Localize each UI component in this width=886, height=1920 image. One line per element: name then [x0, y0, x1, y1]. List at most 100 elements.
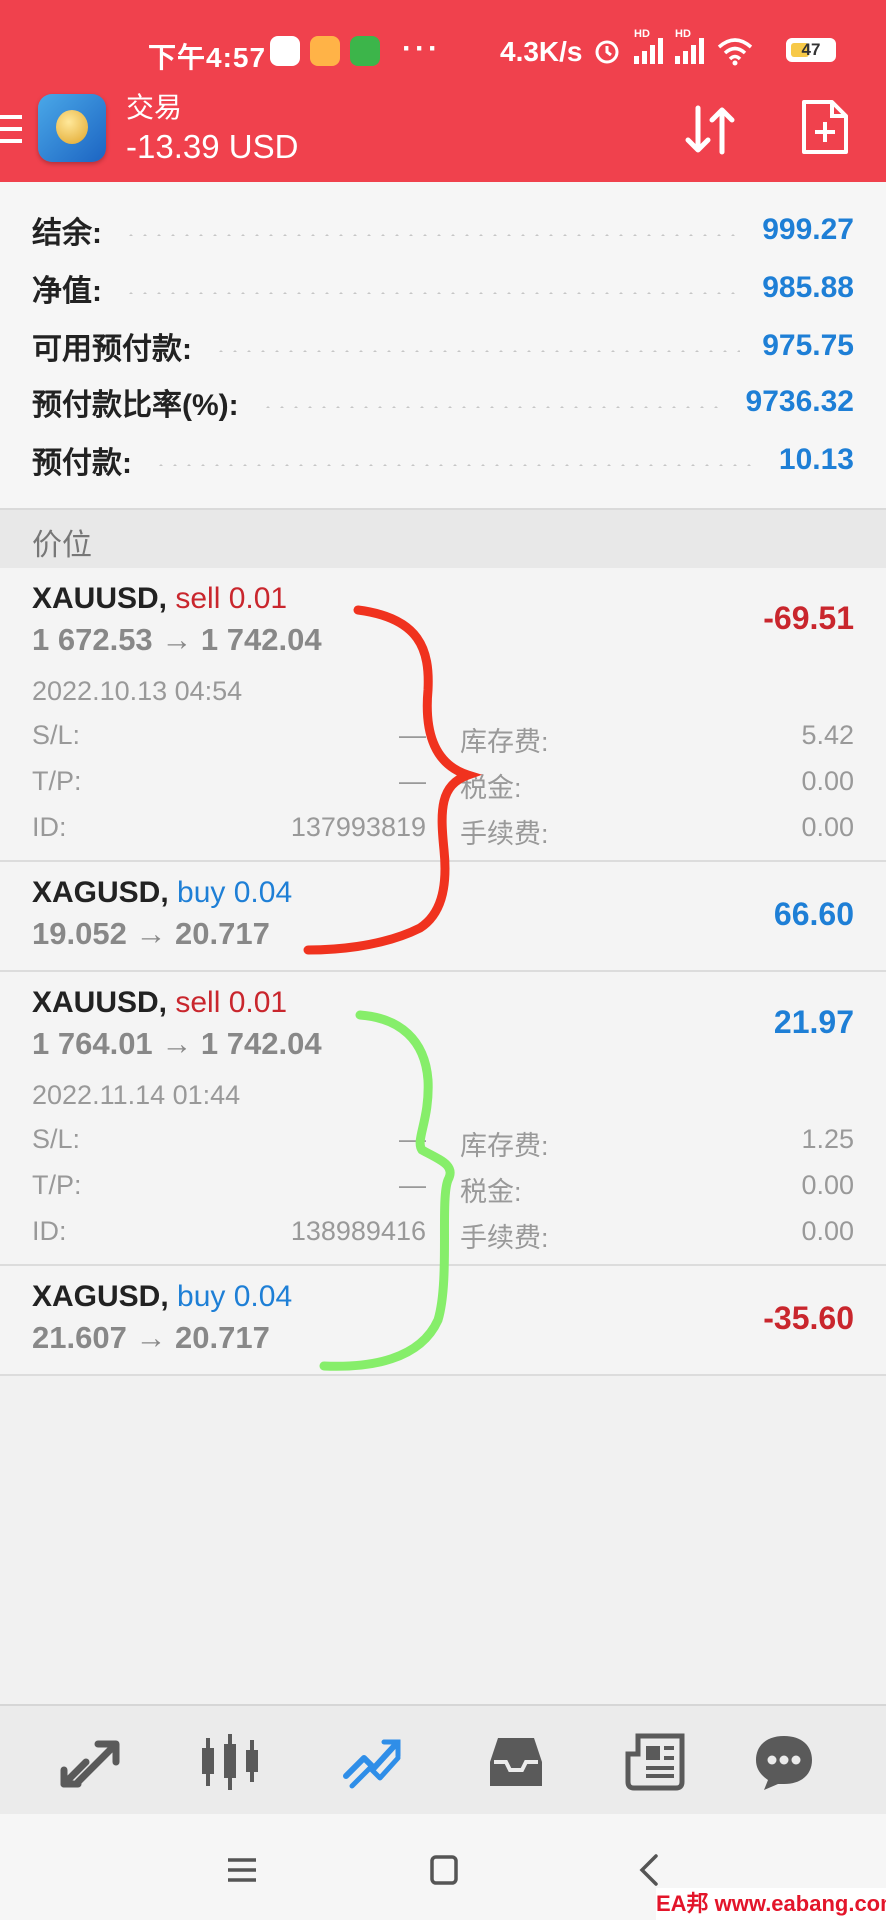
symbol-name: XAGUSD,	[32, 1280, 169, 1313]
position-profit: 66.60	[773, 896, 854, 932]
position-symbol: XAUUSD, sell 0.01	[32, 582, 287, 616]
id-label: ID:	[32, 812, 67, 842]
position-row[interactable]: XAGUSD, buy 0.04 21.607 → 20.717 -35.60	[0, 1266, 886, 1376]
home-icon[interactable]	[424, 1852, 464, 1888]
margin-level-label: 预付款比率(%):	[32, 389, 239, 422]
positions-section-header: 价位	[0, 508, 886, 570]
symbol-name: XAGUSD,	[32, 876, 169, 909]
balance-label: 结余:	[32, 217, 102, 250]
chat-icon[interactable]	[752, 1732, 816, 1792]
trade-icon[interactable]	[340, 1732, 404, 1792]
dotted-leader	[154, 464, 757, 466]
tax-value: 0.00	[801, 766, 854, 796]
trade-side: sell 0.01	[175, 582, 288, 615]
price-range: 21.607 → 20.717	[32, 1320, 270, 1355]
margin-row: 预付款: 10.13	[32, 434, 854, 486]
equity-label: 净值:	[32, 275, 102, 308]
fee-label: 手续费:	[460, 819, 549, 849]
news-icon[interactable]	[624, 1732, 688, 1792]
tp-value: —	[399, 1170, 426, 1200]
watermark: EA邦 www.eabang.com	[656, 1888, 886, 1920]
equity-value: 985.88	[762, 271, 854, 304]
position-profit: 21.97	[773, 1004, 854, 1040]
tax-label: 税金:	[460, 773, 522, 803]
sl-label: S/L:	[32, 1124, 81, 1154]
sl-value: —	[399, 1124, 426, 1154]
position-row[interactable]: XAGUSD, buy 0.04 19.052 → 20.717 66.60	[0, 862, 886, 972]
position-row[interactable]: XAUUSD, sell 0.01 1 764.01 → 1 742.04 21…	[0, 972, 886, 1266]
new-order-icon[interactable]	[800, 98, 850, 156]
open-time: 2022.10.13 04:54	[32, 676, 243, 706]
system-navigation-bar: EA邦 www.eabang.com	[0, 1814, 886, 1920]
header-profit: -13.39 USD	[126, 128, 299, 165]
swap-value: 5.42	[801, 720, 854, 750]
battery-icon: 47	[786, 38, 836, 62]
position-profit: -35.60	[763, 1300, 854, 1336]
price-range: 19.052 → 20.717	[32, 916, 270, 951]
back-icon[interactable]	[630, 1852, 670, 1888]
dotted-leader	[214, 350, 741, 352]
free-margin-label: 可用预付款:	[32, 333, 192, 366]
symbol-name: XAUUSD,	[32, 986, 168, 1019]
quotes-icon[interactable]	[58, 1732, 122, 1792]
free-margin-row: 可用预付款: 975.75	[32, 320, 854, 372]
system-icons: HD HD	[592, 28, 754, 66]
status-time: 下午4:57	[148, 42, 267, 73]
alarm-icon	[595, 40, 619, 64]
status-bar: 下午4:57 ··· 4.3K/s HD HD 47	[0, 28, 886, 74]
fee-label: 手续费:	[460, 1223, 549, 1253]
sort-icon[interactable]	[680, 100, 740, 160]
symbol-name: XAUUSD,	[32, 582, 168, 615]
open-time: 2022.11.14 01:44	[32, 1080, 241, 1110]
metatrader-logo	[38, 94, 106, 162]
history-icon[interactable]	[484, 1732, 548, 1792]
bottom-toolbar	[0, 1704, 886, 1816]
id-value: 138989416	[290, 1216, 426, 1246]
account-summary: 结余: 999.27 净值: 985.88 可用预付款: 975.75 预付款比…	[0, 182, 886, 508]
more-notifications-icon: ···	[402, 32, 441, 65]
id-value: 137993819	[290, 812, 426, 842]
price-range: 1 764.01 → 1 742.04	[32, 1026, 322, 1061]
fee-value: 0.00	[801, 1216, 854, 1246]
dotted-leader	[124, 234, 741, 236]
margin-value: 10.13	[778, 443, 854, 476]
dotted-leader	[260, 406, 724, 408]
price-range: 1 672.53 → 1 742.04	[32, 622, 322, 657]
hd-label-2: HD	[675, 28, 691, 40]
position-row[interactable]: XAUUSD, sell 0.01 1 672.53 → 1 742.04 -6…	[0, 568, 886, 862]
hamburger-menu-icon[interactable]	[0, 115, 22, 151]
chart-icon[interactable]	[198, 1732, 262, 1792]
equity-row: 净值: 985.88	[32, 262, 854, 314]
position-symbol: XAGUSD, buy 0.04	[32, 876, 292, 910]
page-title: 交易	[126, 92, 183, 123]
sl-label: S/L:	[32, 720, 81, 750]
free-margin-value: 975.75	[762, 329, 854, 362]
swap-value: 1.25	[801, 1124, 854, 1154]
trade-side: buy 0.04	[177, 876, 293, 909]
position-profit: -69.51	[763, 600, 854, 636]
signal-icon-1: HD	[634, 28, 663, 64]
menu-icon[interactable]	[222, 1852, 262, 1888]
notes-icon	[310, 36, 340, 66]
signal-icon-2: HD	[675, 28, 704, 64]
qq-icon	[270, 36, 300, 66]
section-title: 价位	[32, 529, 92, 562]
wechat-icon	[350, 36, 380, 66]
position-symbol: XAGUSD, buy 0.04	[32, 1280, 292, 1314]
id-label: ID:	[32, 1216, 67, 1246]
app-header: 下午4:57 ··· 4.3K/s HD HD 47 交易 -13.39 USD	[0, 0, 886, 182]
balance-row: 结余: 999.27	[32, 204, 854, 256]
notification-icons	[270, 36, 380, 66]
tp-label: T/P:	[32, 766, 82, 796]
positions-list: XAUUSD, sell 0.01 1 672.53 → 1 742.04 -6…	[0, 568, 886, 1376]
battery-level: 47	[801, 40, 821, 59]
tax-value: 0.00	[801, 1170, 854, 1200]
balance-value: 999.27	[762, 213, 854, 246]
sl-value: —	[399, 720, 426, 750]
margin-level-value: 9736.32	[745, 385, 854, 418]
dotted-leader	[124, 292, 741, 294]
margin-level-row: 预付款比率(%): 9736.32	[32, 376, 854, 428]
trade-side: buy 0.04	[177, 1280, 293, 1313]
swap-label: 库存费:	[460, 727, 549, 757]
tp-value: —	[399, 766, 426, 796]
